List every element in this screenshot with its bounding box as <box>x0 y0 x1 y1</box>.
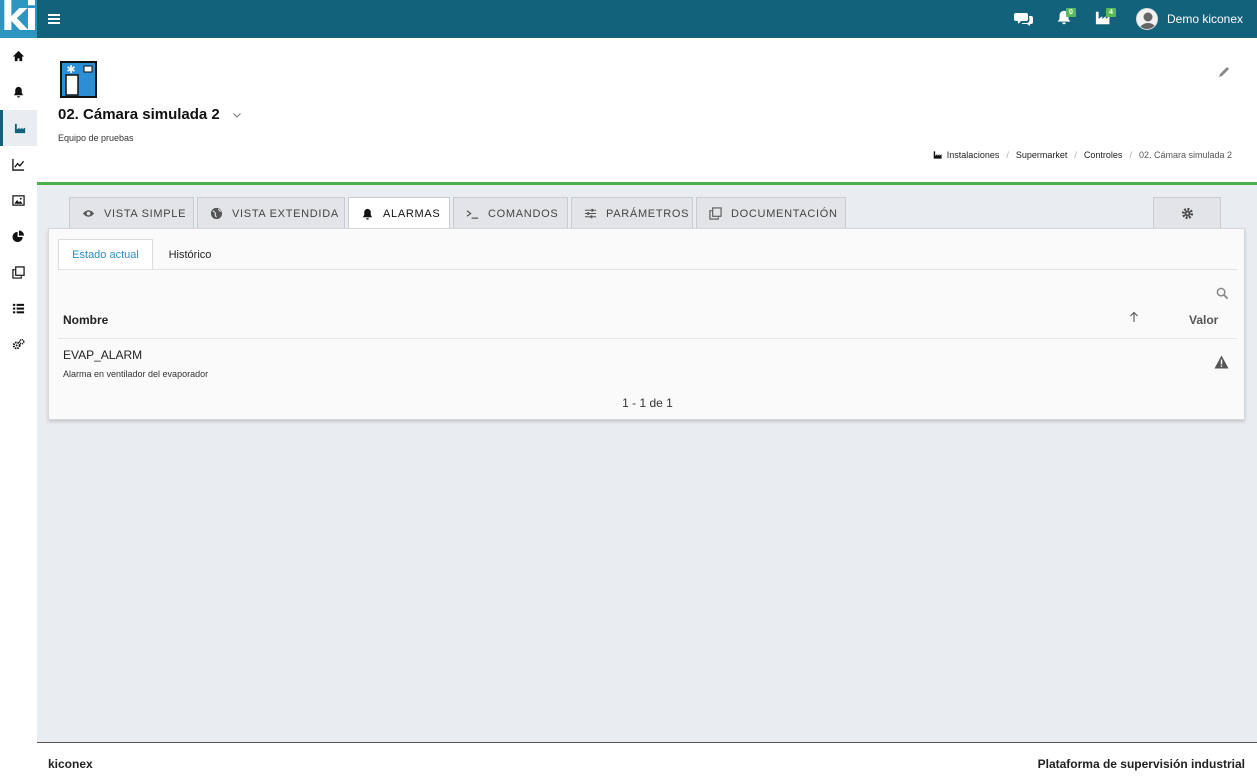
tab-vista-extendida[interactable]: VISTA EXTENDIDA <box>197 197 345 229</box>
notifications-badge: 0 <box>1066 8 1076 17</box>
home-icon <box>12 50 25 61</box>
tab-parametros[interactable]: PARÁMETROS <box>571 197 693 229</box>
sidebar-item-images[interactable] <box>0 182 37 218</box>
breadcrumb-separator: / <box>1074 150 1077 160</box>
alarms-panel: Estado actual Histórico Nombre Valor EVA… <box>48 228 1245 420</box>
tab-alarmas[interactable]: ALARMAS <box>348 197 450 230</box>
sidebar-item-settings[interactable] <box>0 326 37 362</box>
tab-comandos[interactable]: COMANDOS <box>453 197 568 229</box>
breadcrumb-separator: / <box>1129 150 1132 160</box>
menu-toggle-icon[interactable] <box>48 14 60 24</box>
search-icon[interactable] <box>1216 287 1229 300</box>
breadcrumb-item[interactable]: Supermarket <box>1016 150 1068 160</box>
tab-label: PARÁMETROS <box>606 207 690 220</box>
installations-button[interactable]: 4 <box>1095 8 1116 29</box>
subtab-historico[interactable]: Histórico <box>153 239 227 270</box>
industry-icon <box>14 123 25 133</box>
image-icon <box>12 194 25 206</box>
sidebar-item-home[interactable] <box>0 38 37 74</box>
subtab-estado-actual[interactable]: Estado actual <box>58 239 153 270</box>
kiconex-logo[interactable]: ki <box>0 0 37 38</box>
breadcrumb-item[interactable]: Instalaciones <box>947 150 1000 160</box>
user-name: Demo kiconex <box>1167 12 1244 26</box>
column-header-nombre[interactable]: Nombre <box>63 313 108 327</box>
alarm-description: Alarma en ventilador del evaporador <box>63 369 209 379</box>
logo-text: ki <box>1 0 37 38</box>
breadcrumb: Instalaciones / Supermarket / Controles … <box>933 150 1232 160</box>
alarm-name: EVAP_ALARM <box>63 348 143 362</box>
user-menu[interactable]: Demo kiconex <box>1136 8 1243 30</box>
tab-settings[interactable] <box>1153 197 1221 229</box>
footer-tagline: Plataforma de supervisión industrial <box>1037 757 1245 771</box>
page-title-text: 02. Cámara simulada 2 <box>58 106 220 123</box>
globe-icon <box>210 207 223 220</box>
breadcrumb-current: 02. Cámara simulada 2 <box>1138 150 1232 160</box>
pencil-icon[interactable] <box>1217 65 1231 79</box>
terminal-icon <box>466 210 479 219</box>
cogs-icon <box>12 338 25 349</box>
warning-icon <box>1214 355 1229 369</box>
eye-icon <box>82 210 95 217</box>
comments-icon[interactable] <box>1014 9 1034 29</box>
line-chart-icon <box>12 158 25 171</box>
avatar <box>1136 8 1158 30</box>
device-tabs: VISTA SIMPLE VISTA EXTENDIDA ALARMAS COM… <box>37 185 1257 230</box>
sidebar-item-alarms[interactable] <box>0 74 37 110</box>
tab-label: COMANDOS <box>488 207 559 220</box>
tab-label: DOCUMENTACIÓN <box>731 207 838 220</box>
sidebar-item-list[interactable] <box>0 290 37 326</box>
sidebar-item-reports[interactable] <box>0 218 37 254</box>
column-header-valor[interactable]: Valor <box>1189 313 1218 327</box>
tab-label: ALARMAS <box>383 208 441 220</box>
copy-icon <box>709 207 722 220</box>
pie-chart-icon <box>12 229 25 242</box>
arrow-up-icon[interactable] <box>1129 311 1139 323</box>
footer: kiconex Plataforma de supervisión indust… <box>37 742 1257 783</box>
clone-icon <box>12 265 25 279</box>
bell-icon <box>13 86 24 98</box>
sidebar <box>0 38 37 783</box>
notifications-button[interactable]: 0 <box>1055 8 1076 29</box>
page-title: 02. Cámara simulada 2 <box>58 106 242 123</box>
chevron-down-icon[interactable] <box>232 110 242 120</box>
list-icon <box>12 303 25 313</box>
tab-vista-simple[interactable]: VISTA SIMPLE <box>69 197 194 229</box>
industry-icon <box>933 151 942 159</box>
tab-documentacion[interactable]: DOCUMENTACIÓN <box>696 197 846 229</box>
top-bar: ki 0 4 Demo kiconex <box>0 0 1257 38</box>
breadcrumb-item[interactable]: Controles <box>1084 150 1123 160</box>
installations-badge: 4 <box>1106 8 1116 17</box>
sidebar-item-charts[interactable] <box>0 146 37 182</box>
footer-brand: kiconex <box>48 757 93 771</box>
pagination-info: 1 - 1 de 1 <box>622 396 673 410</box>
sidebar-item-documents[interactable] <box>0 254 37 290</box>
page-subtitle: Equipo de pruebas <box>58 133 134 143</box>
tab-label: VISTA SIMPLE <box>104 207 187 220</box>
device-header: 02. Cámara simulada 2 Equipo de pruebas … <box>37 38 1257 182</box>
breadcrumb-separator: / <box>1006 150 1009 160</box>
sliders-icon <box>584 208 597 219</box>
bell-icon <box>362 208 373 220</box>
cold-room-icon <box>60 61 97 98</box>
table-divider <box>58 338 1237 339</box>
sidebar-item-installations[interactable] <box>0 110 37 146</box>
gear-icon <box>1181 207 1193 220</box>
tab-label: VISTA EXTENDIDA <box>232 207 339 220</box>
subtabs-divider <box>58 269 1237 270</box>
